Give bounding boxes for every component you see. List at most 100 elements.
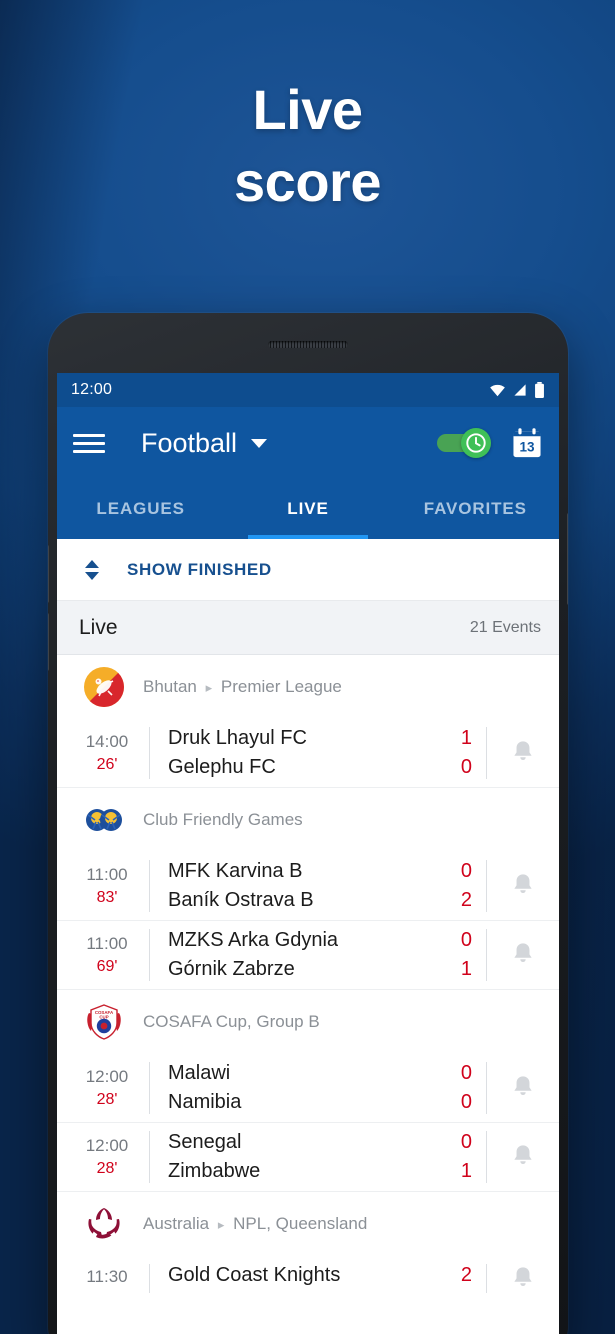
svg-text:CUP: CUP: [99, 1014, 108, 1019]
table-row[interactable]: 12:00 28' Senegal Zimbabwe 0 1: [57, 1123, 559, 1191]
match-teams: MFK Karvina B Baník Ostrava B: [149, 860, 431, 912]
tab-favorites[interactable]: FAVORITES: [392, 479, 559, 539]
match-scores: 0 1: [431, 929, 487, 981]
match-live-minute: 26': [96, 756, 118, 773]
match-time: 12:00 28': [57, 1131, 149, 1183]
table-row[interactable]: 11:00 83' MFK Karvina B Baník Ostrava B …: [57, 852, 559, 920]
league-header-row[interactable]: COSAFA CUP COSAFA Cup, Group B: [57, 990, 559, 1054]
match-scores: 0 2: [431, 860, 487, 912]
home-team-name: MZKS Arka Gdynia: [168, 929, 339, 951]
notify-toggle[interactable]: [487, 1264, 559, 1293]
home-team-score: 0: [460, 929, 472, 951]
live-only-toggle[interactable]: [437, 428, 491, 458]
league-title: Premier League: [220, 677, 342, 696]
calendar-day-number: 13: [519, 440, 535, 455]
away-team-name: Baník Ostrava B: [168, 889, 314, 911]
signal-icon: [514, 384, 526, 396]
bell-icon: [514, 1145, 532, 1164]
home-team-name: Malawi: [168, 1062, 231, 1084]
table-row[interactable]: 11:00 69' MZKS Arka Gdynia Górnik Zabrze…: [57, 921, 559, 989]
league-name-label: Club Friendly Games: [143, 810, 303, 830]
notify-toggle[interactable]: [487, 1131, 559, 1183]
bell-icon: [514, 1266, 532, 1286]
bell-icon: [514, 1076, 532, 1095]
match-time: 14:00 26': [57, 727, 149, 779]
sort-updown-icon: [85, 559, 99, 580]
notify-toggle[interactable]: [487, 860, 559, 912]
match-scores: 2: [431, 1264, 487, 1293]
match-scores: 0 0: [431, 1062, 487, 1114]
match-start-time: 14:00: [85, 732, 129, 751]
league-title: COSAFA Cup, Group B: [143, 1012, 320, 1031]
league-name-label: COSAFA Cup, Group B: [143, 1012, 320, 1032]
match-teams: Senegal Zimbabwe: [149, 1131, 431, 1183]
notify-toggle[interactable]: [487, 1062, 559, 1114]
match-scores: 1 0: [431, 727, 487, 779]
home-team-name: Senegal: [168, 1131, 242, 1153]
notify-toggle[interactable]: [487, 727, 559, 779]
chevron-down-icon: [251, 438, 268, 448]
sport-selector[interactable]: Football: [141, 427, 268, 459]
volume-down-button[interactable]: [48, 613, 49, 671]
league-separator-icon: ▸: [205, 680, 213, 695]
match-live-minute: 28': [96, 1091, 118, 1108]
match-teams: Malawi Namibia: [149, 1062, 431, 1114]
home-team-name: MFK Karvina B: [168, 860, 303, 882]
earpiece-speaker-icon: [268, 341, 348, 348]
promo-line-1: Live: [252, 78, 363, 141]
away-team-name: Górnik Zabrze: [168, 958, 295, 980]
home-team-score: 0: [460, 1131, 472, 1153]
status-bar: 12:00: [57, 373, 559, 407]
home-team-score: 0: [460, 1062, 472, 1084]
match-scores: 0 1: [431, 1131, 487, 1183]
home-team-score: 2: [460, 1264, 472, 1286]
home-team-name: Druk Lhayul FC: [168, 727, 307, 749]
league-separator-icon: ▸: [217, 1217, 225, 1232]
league-title: Club Friendly Games: [143, 810, 303, 829]
match-start-time: 12:00: [85, 1067, 129, 1086]
wifi-icon: [490, 384, 505, 397]
away-team-score: 0: [460, 756, 472, 778]
table-row[interactable]: 12:00 28' Malawi Namibia 0 0: [57, 1054, 559, 1122]
league-title: NPL, Queensland: [233, 1214, 368, 1233]
away-team-score: 1: [460, 958, 472, 980]
section-title: Live: [79, 615, 118, 639]
battery-icon: [535, 382, 544, 398]
calendar-icon[interactable]: 13: [511, 427, 543, 459]
league-header-row[interactable]: Australia ▸ NPL, Queensland: [57, 1192, 559, 1256]
app-bar: Football 13: [57, 407, 559, 479]
australia-football-icon: [83, 1203, 125, 1245]
match-live-minute: 28': [96, 1160, 118, 1177]
toggle-knob: [461, 428, 491, 458]
volume-up-button[interactable]: [48, 545, 49, 603]
league-header-row[interactable]: Bhutan ▸ Premier League: [57, 655, 559, 719]
tab-live[interactable]: LIVE: [224, 479, 391, 539]
match-time: 11:00 69': [57, 929, 149, 981]
sport-name-label: Football: [141, 427, 238, 458]
cosafa-cup-icon: COSAFA CUP: [83, 1001, 125, 1043]
tab-bar: LEAGUES LIVE FAVORITES: [57, 479, 559, 539]
away-team-score: 1: [460, 1160, 472, 1182]
match-start-time: 11:00: [86, 865, 128, 884]
match-start-time: 11:30: [86, 1266, 128, 1286]
league-header-row[interactable]: Club Friendly Games: [57, 788, 559, 852]
app-bar-actions: 13: [437, 427, 543, 459]
phone-bezel-top: [57, 321, 559, 373]
hamburger-menu-icon[interactable]: [73, 433, 105, 453]
match-start-time: 12:00: [85, 1136, 129, 1155]
table-row[interactable]: 11:30 Gold Coast Knights 2: [57, 1256, 559, 1301]
club-friendly-icon: [83, 799, 125, 841]
match-teams: MZKS Arka Gdynia Górnik Zabrze: [149, 929, 431, 981]
match-time: 11:30: [57, 1264, 149, 1293]
league-country: Bhutan: [143, 677, 197, 696]
table-row[interactable]: 14:00 26' Druk Lhayul FC Gelephu FC 1 0: [57, 719, 559, 787]
tab-leagues[interactable]: LEAGUES: [57, 479, 224, 539]
show-finished-button[interactable]: SHOW FINISHED: [57, 539, 559, 601]
league-name-label: Bhutan ▸ Premier League: [143, 677, 342, 697]
league-country: Australia: [143, 1214, 210, 1233]
section-header-live: Live 21 Events: [57, 601, 559, 655]
bell-icon: [514, 741, 532, 760]
power-button[interactable]: [567, 513, 568, 605]
status-bar-icons: [489, 382, 545, 398]
notify-toggle[interactable]: [487, 929, 559, 981]
